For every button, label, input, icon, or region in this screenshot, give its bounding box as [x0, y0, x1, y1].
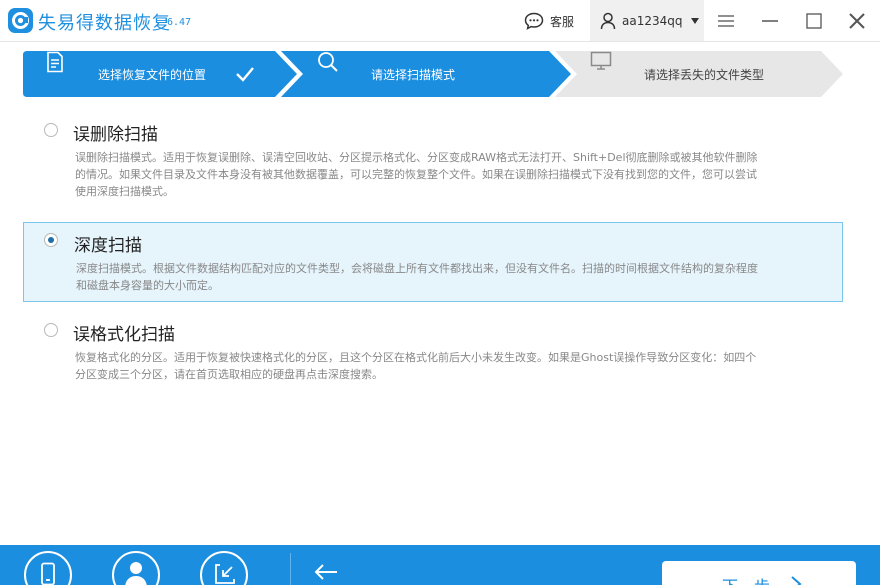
- option-undelete-scan[interactable]: 误删除扫描 误删除扫描模式。适用于恢复误删除、误清空回收站、分区提示格式化、分区…: [23, 112, 843, 210]
- option-description: 恢复格式化的分区。适用于恢复被快速格式化的分区，且这个分区在格式化前后大小未发生…: [75, 351, 757, 381]
- next-button[interactable]: 下一步: [662, 561, 856, 585]
- radio-format-scan[interactable]: [44, 323, 58, 337]
- chevron-right-icon: [791, 576, 802, 585]
- check-icon: [236, 67, 254, 82]
- user-menu[interactable]: aa1234qq: [590, 0, 704, 41]
- step-2-label: 请选择扫描模式: [371, 68, 456, 82]
- document-icon: [47, 51, 63, 73]
- chevron-down-icon: [691, 18, 699, 24]
- support-chat-icon: [524, 12, 544, 30]
- bottom-bar: 下一步: [0, 545, 880, 585]
- app-version: 6.47: [167, 17, 192, 28]
- option-title: 深度扫描: [74, 236, 142, 256]
- bottom-divider: [290, 553, 291, 585]
- maximize-icon[interactable]: [804, 11, 824, 31]
- next-label: 下一步: [722, 573, 770, 585]
- step-1-label: 选择恢复文件的位置: [98, 68, 207, 82]
- support-label: 客服: [550, 14, 575, 29]
- app-title: 失易得数据恢复: [38, 13, 171, 34]
- support-button[interactable]: 客服: [524, 11, 574, 31]
- close-icon[interactable]: [847, 11, 867, 31]
- radio-undelete-scan[interactable]: [44, 123, 58, 137]
- step-3-label: 请选择丢失的文件类型: [644, 68, 765, 82]
- account-button[interactable]: [112, 551, 160, 585]
- option-description: 误删除扫描模式。适用于恢复误删除、误清空回收站、分区提示格式化、分区变成RAW格…: [75, 151, 758, 198]
- option-format-scan[interactable]: 误格式化扫描 恢复格式化的分区。适用于恢复被快速格式化的分区，且这个分区在格式化…: [23, 312, 843, 392]
- username: aa1234qq: [622, 13, 683, 28]
- radio-deep-scan[interactable]: [44, 233, 58, 247]
- title-bar: 失易得数据恢复 6.47 客服 aa1234qq: [0, 0, 880, 42]
- steps-bar: 选择恢复文件的位置 请选择扫描模式 请选择丢失的文件类型: [23, 51, 845, 97]
- menu-icon[interactable]: [716, 11, 736, 31]
- option-title: 误格式化扫描: [73, 325, 175, 345]
- minimize-icon[interactable]: [760, 11, 780, 31]
- phone-icon: [41, 562, 55, 585]
- search-icon: [318, 52, 338, 72]
- option-deep-scan[interactable]: 深度扫描 深度扫描模式。根据文件数据结构匹配对应的文件类型，会将磁盘上所有文件都…: [23, 222, 843, 302]
- back-arrow-icon[interactable]: [313, 563, 339, 581]
- phone-recovery-button[interactable]: [24, 551, 72, 585]
- export-icon: [215, 564, 235, 584]
- user-icon: [600, 12, 616, 29]
- export-button[interactable]: [200, 551, 248, 585]
- monitor-icon: [590, 51, 612, 70]
- option-title: 误删除扫描: [73, 125, 158, 145]
- person-icon: [125, 562, 147, 585]
- option-description: 深度扫描模式。根据文件数据结构匹配对应的文件类型，会将磁盘上所有文件都找出来，但…: [76, 262, 758, 292]
- logo-icon: [8, 8, 33, 33]
